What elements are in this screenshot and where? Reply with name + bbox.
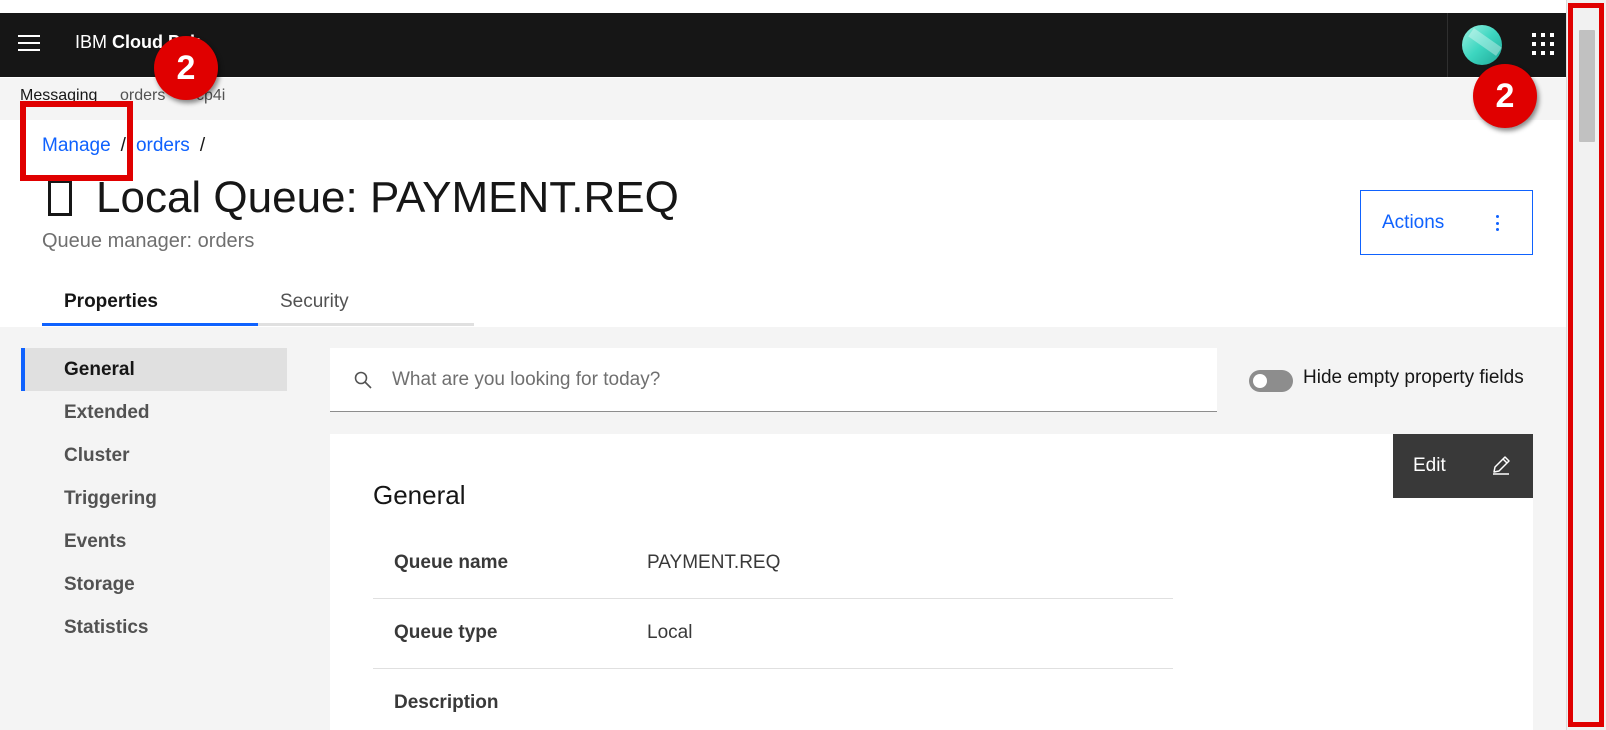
step-badge: 2	[154, 36, 218, 100]
side-nav-item-extended[interactable]: Extended	[21, 391, 287, 434]
property-search	[330, 348, 1217, 412]
menu-icon[interactable]	[18, 35, 40, 51]
search-input[interactable]	[392, 348, 1192, 411]
property-label: Queue type	[394, 622, 498, 643]
property-row: Queue name PAYMENT.REQ	[373, 529, 1173, 599]
general-properties-card: Edit General Queue name PAYMENT.REQ Queu…	[330, 434, 1533, 730]
side-nav-item-cluster[interactable]: Cluster	[21, 434, 287, 477]
app-root: IBM Cloud Pak Messaging orders cp4i Mana…	[0, 0, 1606, 730]
actions-button[interactable]: Actions	[1360, 190, 1533, 255]
breadcrumb-separator: /	[199, 135, 206, 156]
property-label: Queue name	[394, 552, 509, 573]
property-value: Local	[647, 622, 693, 643]
property-row: Description	[373, 669, 1173, 730]
properties-panel: General Extended Cluster Triggering Even…	[0, 327, 1566, 730]
sub-navigation: Messaging orders cp4i	[0, 78, 1566, 120]
tab-list: Properties Security	[42, 282, 474, 326]
manage-highlight-box	[20, 101, 133, 181]
top-header	[0, 13, 1606, 77]
app-switcher-icon[interactable]	[1532, 33, 1554, 55]
property-label: Description	[394, 692, 499, 713]
tab-properties[interactable]: Properties	[42, 282, 258, 326]
property-side-nav: General Extended Cluster Triggering Even…	[21, 348, 287, 649]
avatar[interactable]	[1462, 25, 1502, 65]
edit-label: Edit	[1413, 455, 1446, 476]
hide-empty-toggle-label: Hide empty property fields	[1303, 367, 1524, 388]
queue-icon	[48, 180, 72, 216]
edit-button[interactable]: Edit	[1393, 434, 1533, 498]
side-nav-item-general[interactable]: General	[21, 348, 287, 391]
scrollbar-highlight-box	[1568, 3, 1604, 727]
side-nav-item-statistics[interactable]: Statistics	[21, 606, 287, 649]
side-nav-item-storage[interactable]: Storage	[21, 563, 287, 606]
page-title-text: Local Queue: PAYMENT.REQ	[96, 173, 679, 222]
actions-label: Actions	[1382, 211, 1445, 233]
step-badge: 2	[1473, 64, 1537, 128]
queue-manager-subtitle: Queue manager: orders	[42, 230, 255, 252]
overflow-menu-icon	[1496, 215, 1500, 231]
hide-empty-toggle[interactable]	[1249, 370, 1293, 392]
brand-prefix: IBM	[75, 32, 108, 52]
page-title: Local Queue: PAYMENT.REQ	[48, 173, 679, 223]
section-title: General	[373, 480, 466, 510]
tab-security[interactable]: Security	[258, 282, 474, 326]
property-row: Queue type Local	[373, 599, 1173, 669]
side-nav-item-triggering[interactable]: Triggering	[21, 477, 287, 520]
search-icon	[354, 371, 372, 389]
breadcrumb-orders[interactable]: orders	[136, 135, 190, 157]
top-header-area: IBM Cloud Pak	[0, 0, 1606, 78]
side-nav-item-events[interactable]: Events	[21, 520, 287, 563]
property-value: PAYMENT.REQ	[647, 552, 781, 573]
edit-icon	[1493, 456, 1510, 475]
